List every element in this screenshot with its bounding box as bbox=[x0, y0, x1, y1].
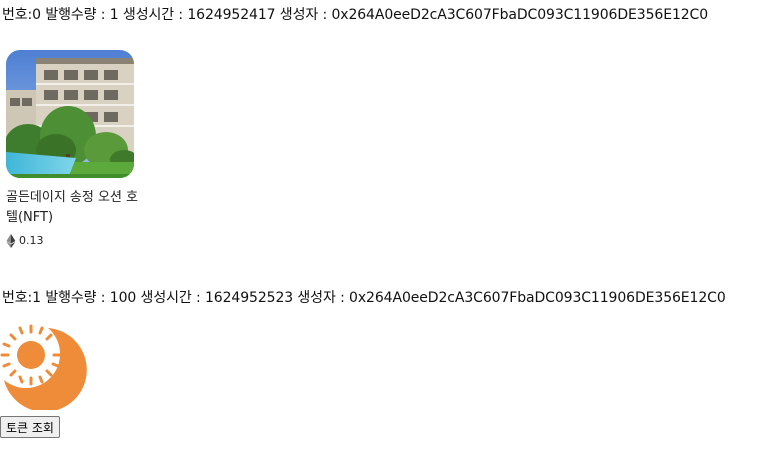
nft-price-value: 0.13 bbox=[19, 234, 44, 247]
token-info-line-0: 번호:0 발행수량 : 1 생성시간 : 1624952417 생성자 : 0x… bbox=[2, 7, 709, 23]
hotel-thumbnail-image[interactable] bbox=[6, 50, 134, 178]
nft-price: 0.13 bbox=[6, 234, 146, 248]
sun-moon-icon bbox=[0, 324, 87, 410]
ethereum-icon bbox=[6, 234, 16, 248]
token-info-line-1: 번호:1 발행수량 : 100 생성시간 : 1624952523 생성자 : … bbox=[2, 290, 726, 306]
token-lookup-button[interactable]: 토큰 조회 bbox=[0, 416, 60, 438]
nft-title[interactable]: 골든데이지 송정 오션 호텔(NFT) bbox=[6, 188, 138, 228]
nft-card[interactable]: 골든데이지 송정 오션 호텔(NFT) 0.13 bbox=[6, 50, 146, 248]
